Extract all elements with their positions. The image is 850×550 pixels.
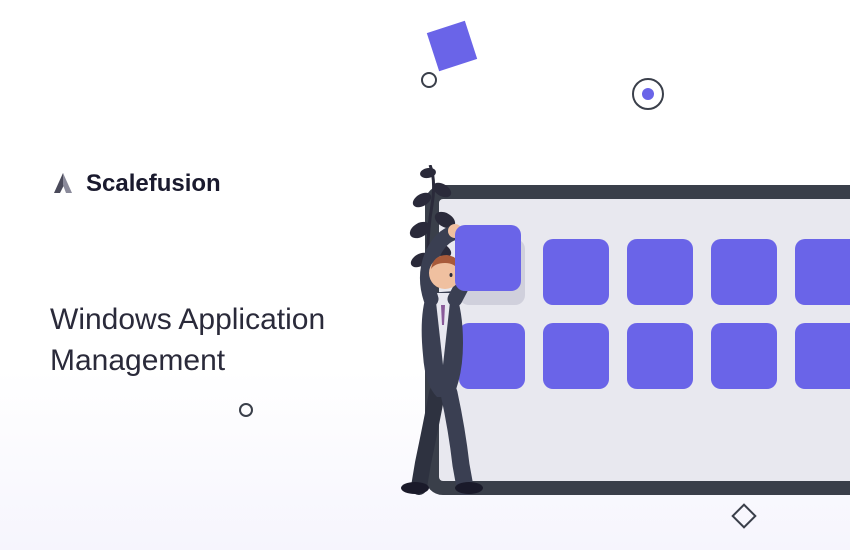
app-tile [627,323,693,389]
app-tile [711,323,777,389]
headline-line-2: Management [50,341,325,382]
circle-outline-decoration [421,72,437,88]
app-tile [795,323,850,389]
held-app-tile [455,225,521,291]
app-tile [795,239,850,305]
app-tile [543,323,609,389]
app-tile [543,239,609,305]
circle-dot-decoration [632,78,664,110]
app-tile [627,239,693,305]
headline-line-1: Windows Application [50,300,325,341]
circle-dot-inner [642,88,654,100]
scalefusion-logo-icon [50,171,76,197]
brand-logo-area: Scalefusion [50,170,221,198]
circle-outline-decoration-2 [239,403,253,417]
floating-square-decoration [427,21,477,71]
brand-name: Scalefusion [86,170,221,198]
app-tile [711,239,777,305]
page-title: Windows Application Management [50,300,325,381]
